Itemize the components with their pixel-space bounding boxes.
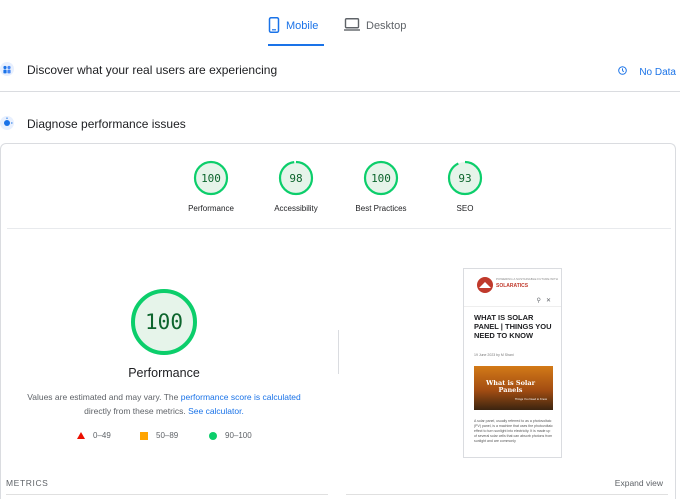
no-data-label: No Data bbox=[639, 66, 676, 78]
gauge-performance[interactable]: 100 Performance bbox=[171, 160, 251, 213]
thumb-hero-image: What is Solar Panels Things You Need to … bbox=[474, 366, 553, 410]
thumb-separator bbox=[464, 306, 561, 307]
mobile-phone-icon bbox=[268, 16, 280, 36]
gauge-best-practices[interactable]: 100 Best Practices bbox=[341, 160, 421, 213]
thumb-article-title: WHAT IS SOLAR PANEL | THINGS YOU NEED TO… bbox=[474, 313, 552, 340]
final-screenshot-thumbnail[interactable]: POWERING A SUSTAINABLE FUTURE WITH SOLAR… bbox=[463, 268, 562, 458]
gauge-ring: 100 bbox=[363, 160, 399, 196]
field-data-section: Discover what your real users are experi… bbox=[0, 56, 680, 92]
lighthouse-icon bbox=[0, 116, 14, 130]
device-tabs: Mobile Desktop bbox=[0, 0, 680, 50]
expand-view-toggle[interactable]: Expand view bbox=[615, 478, 663, 488]
metric-divider bbox=[6, 494, 328, 495]
gauge-ring: 93 bbox=[447, 160, 483, 196]
desktop-monitor-icon bbox=[344, 18, 360, 34]
lab-data-section: Diagnose performance issues bbox=[0, 110, 680, 140]
legend-range: 90–100 bbox=[225, 431, 252, 440]
gauge-score: 100 bbox=[201, 172, 221, 185]
metric-divider bbox=[346, 494, 668, 495]
search-icon: ⚲ bbox=[536, 298, 541, 304]
thumb-tagline: POWERING A SUSTAINABLE FUTURE WITH bbox=[496, 277, 558, 281]
performance-score-link[interactable]: performance score is calculated bbox=[181, 392, 301, 402]
gauge-accessibility[interactable]: 98 Accessibility bbox=[256, 160, 336, 213]
legend-range: 50–89 bbox=[156, 431, 179, 440]
estimate-note: Values are estimated and may vary. The p… bbox=[7, 390, 321, 418]
legend-fail: 0–49 bbox=[77, 431, 111, 440]
performance-main-gauge: 100 bbox=[129, 287, 199, 362]
lighthouse-report-card: 100 Performance 98 Accessibility 100 Bes… bbox=[0, 143, 676, 499]
vertical-divider bbox=[338, 330, 339, 374]
thumb-controls: ⚲ ✕ bbox=[537, 297, 551, 304]
gauge-score: 93 bbox=[458, 172, 471, 185]
red-triangle-icon bbox=[77, 432, 85, 439]
gauge-label: SEO bbox=[456, 204, 474, 213]
gauge-score: 98 bbox=[289, 172, 302, 185]
orange-square-icon bbox=[140, 431, 148, 440]
gauges-divider bbox=[7, 228, 671, 229]
performance-title: Performance bbox=[128, 366, 200, 380]
gauge-label: Best Practices bbox=[355, 204, 407, 213]
info-icon bbox=[618, 66, 628, 78]
main-gauge-ring: 100 bbox=[131, 289, 197, 355]
active-tab-indicator bbox=[268, 44, 324, 46]
gauge-label: Performance bbox=[188, 204, 234, 213]
no-data-indicator: No Data bbox=[618, 66, 676, 78]
legend-average: 50–89 bbox=[140, 431, 178, 440]
category-gauges: 100 Performance 98 Accessibility 100 Bes… bbox=[1, 160, 677, 220]
note-text: Values are estimated and may vary. The bbox=[27, 392, 181, 402]
gauge-seo[interactable]: 93 SEO bbox=[425, 160, 505, 213]
field-data-title: Discover what your real users are experi… bbox=[27, 63, 278, 77]
legend-range: 0–49 bbox=[93, 431, 111, 440]
thumb-image-text: What is Solar Panels bbox=[485, 379, 536, 394]
people-group-icon bbox=[0, 62, 14, 76]
gauge-ring: 100 bbox=[193, 160, 229, 196]
metrics-heading: METRICS bbox=[6, 478, 49, 488]
gauge-score: 100 bbox=[371, 172, 391, 185]
main-gauge-score: 100 bbox=[145, 310, 183, 334]
lab-data-title: Diagnose performance issues bbox=[27, 117, 186, 131]
thumb-brand: SOLARATICS bbox=[496, 283, 529, 289]
gauge-ring: 98 bbox=[278, 160, 314, 196]
thumb-body-text: A solar panel, usually referred to as a … bbox=[474, 419, 553, 443]
see-calculator-link[interactable]: See calculator. bbox=[188, 406, 244, 416]
thumb-image-subtext: Things You Need to Know bbox=[514, 397, 547, 401]
tab-desktop-label: Desktop bbox=[366, 20, 407, 32]
green-circle-icon bbox=[209, 431, 217, 440]
thumb-date: 19 June 2023 by M Shani bbox=[474, 353, 514, 357]
score-legend: 0–49 50–89 90–100 bbox=[1, 431, 341, 443]
tab-desktop[interactable]: Desktop bbox=[344, 12, 406, 40]
gauge-label: Accessibility bbox=[274, 204, 318, 213]
legend-pass: 90–100 bbox=[209, 431, 252, 440]
close-icon: ✕ bbox=[545, 298, 551, 304]
tab-mobile[interactable]: Mobile bbox=[268, 12, 318, 40]
note-text: directly from these metrics. bbox=[84, 406, 189, 416]
tab-mobile-label: Mobile bbox=[286, 20, 319, 32]
